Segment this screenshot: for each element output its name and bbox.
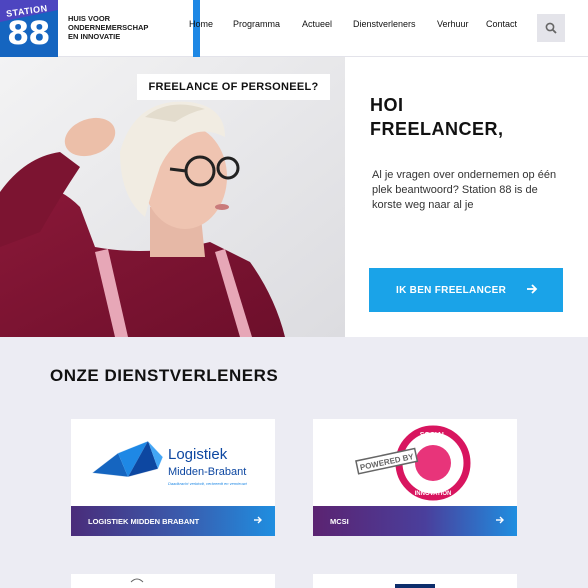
logo-slogan: Daadkracht verbindt, verbreedt en vernie… [168,481,248,486]
site-tagline: HUIS VOOR ONDERNEMERSCHAP EN INNOVATIE [68,14,178,41]
section-title-dienstverleners: ONZE DIENSTVERLENERS [50,366,279,385]
logo-number: 88 [7,14,51,52]
arrow-right-icon [254,516,262,524]
partial-logo-graphic [395,584,435,588]
tagline-line-3: EN INNOVATIE [68,32,121,41]
arrow-right-icon [527,284,538,294]
hero-section: FREELANCE OF PERSONEEL? HOI FREELANCER, … [0,57,588,337]
logistiek-midden-brabant-logo: Logistiek Midden-Brabant Daadkracht verb… [71,419,275,506]
logo-text-line-1: Logistiek [168,446,228,463]
hero-title-line-2: FREELANCER, [370,119,504,139]
nav-item-verhuur[interactable]: Verhuur [437,19,469,29]
card-name: MCSI [330,516,349,526]
nav-item-home[interactable]: Home [189,19,213,29]
hero-title-line-1: HOI [370,95,404,115]
site-header: STATION 88 HUIS VOOR ONDERNEMERSCHAP EN … [0,0,588,58]
hero-title: HOI FREELANCER, [370,93,560,141]
cta-label: IK BEN FREELANCER [396,284,507,296]
hero-photo-woman-with-glasses: FREELANCE OF PERSONEEL? [0,57,345,337]
hero-question-tag: FREELANCE OF PERSONEEL? [137,74,330,100]
card-name-bar: LOGISTIEK MIDDEN BRABANT [71,506,275,536]
logistiek-logo-graphic: Logistiek Midden-Brabant Daadkracht verb… [91,440,248,486]
hero-description: Al je vragen over ondernemen op één plek… [372,169,557,211]
nav-accent-bar [193,0,200,58]
arrow-right-icon [496,516,504,524]
dienstverlener-card-logistiek[interactable]: Logistiek Midden-Brabant Daadkracht verb… [71,419,275,536]
social-innovation-logo: POWERED BY SOCIAL INNOVATION [313,419,517,506]
social-innovation-logo-graphic: POWERED BY SOCIAL INNOVATION [355,422,475,503]
nav-item-actueel[interactable]: Actueel [302,19,332,29]
card-name: LOGISTIEK MIDDEN BRABANT [88,516,200,526]
partial-logo-graphic [130,578,144,583]
logo-text-line-2: Midden-Brabant [168,466,246,478]
ik-ben-freelancer-button[interactable]: IK BEN FREELANCER [369,268,563,312]
station-88-logo[interactable]: STATION 88 [0,0,58,58]
nav-item-contact[interactable]: Contact [486,19,517,29]
nav-item-dienstverleners[interactable]: Dienstverleners [353,19,416,29]
dienstverlener-card-partial[interactable] [313,574,517,588]
search-button[interactable] [537,14,565,42]
tagline-line-2: ONDERNEMERSCHAP [68,23,149,32]
search-icon [545,22,557,34]
logo-ring-bottom: INNOVATION [415,491,452,497]
tagline-line-1: HUIS VOOR [68,14,111,23]
logo-ring-top: SOCIAL [420,432,447,439]
nav-item-programma[interactable]: Programma [233,19,280,29]
card-name-bar: MCSI [313,506,517,536]
dienstverlener-card-partial[interactable] [71,574,275,588]
dienstverlener-card-mcsi[interactable]: POWERED BY SOCIAL INNOVATION MCSI [313,419,517,536]
